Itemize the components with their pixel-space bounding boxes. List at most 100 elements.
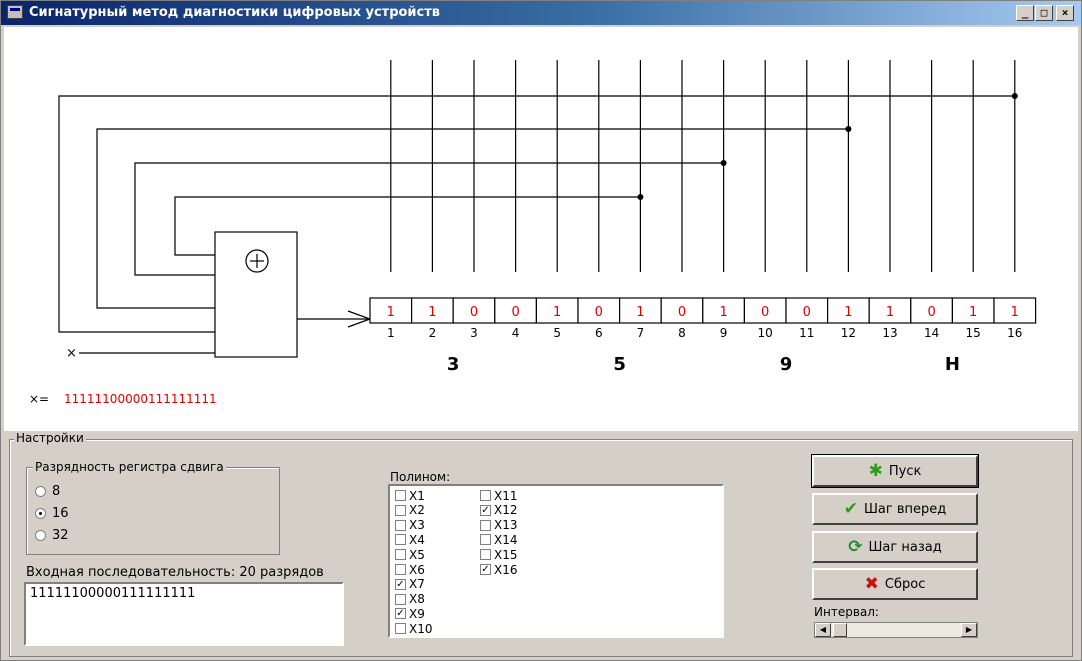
tap-node <box>1011 93 1018 99</box>
register-width-group: Разрядность регистра сдвига 8 16 32 <box>26 460 280 555</box>
register-index: 8 <box>678 326 686 340</box>
feedback-line <box>96 128 849 309</box>
runner-icon: ✱ <box>868 461 883 481</box>
register-bit: 1 <box>553 305 561 320</box>
polynom-checkbox-label: X14 <box>494 532 518 547</box>
register-bit: 1 <box>886 305 894 320</box>
radio-16-label: 16 <box>52 506 69 521</box>
polynom-checkbox-x13[interactable]: X13 <box>480 518 518 532</box>
signature-digit: 3 <box>447 354 460 375</box>
maximize-button[interactable]: □ <box>1035 5 1053 21</box>
register-bit: 1 <box>719 305 727 320</box>
checkmark-icon: ✔ <box>843 499 858 519</box>
x-sequence-prefix: ×= <box>29 392 49 406</box>
window-title: Сигнатурный метод диагностики цифровых у… <box>29 5 441 20</box>
close-button[interactable]: × <box>1056 5 1074 21</box>
polynom-checkbox-x3[interactable]: X3 <box>395 518 425 533</box>
interval-scrollbar[interactable]: ◀ ▶ <box>814 622 978 638</box>
cross-icon: ✖ <box>864 574 879 594</box>
register-index: 12 <box>841 326 856 340</box>
checkbox-empty-icon <box>395 534 406 546</box>
register-bit: 0 <box>678 305 686 320</box>
minimize-button[interactable]: _ <box>1016 5 1034 21</box>
tap-node <box>845 126 852 132</box>
polynom-checkbox-x4[interactable]: X4 <box>395 533 425 547</box>
shift-register-diagram: ×111203041506170819010011112113014115116… <box>29 60 1037 406</box>
register-bit: 0 <box>927 305 935 320</box>
polynom-checkbox-x1[interactable]: X1 <box>395 488 425 503</box>
polynom-checkbox-x8[interactable]: X8 <box>395 592 425 606</box>
polynom-checkbox-x11[interactable]: X11 <box>480 489 518 503</box>
input-sequence-label: Входная последовательность: 20 разрядов <box>26 565 324 580</box>
register-index: 9 <box>720 326 728 340</box>
main-window: Сигнатурный метод диагностики цифровых у… <box>0 0 1082 661</box>
radio-32-circle <box>35 530 46 541</box>
step-back-button[interactable]: ⟳ Шаг назад <box>812 531 978 563</box>
input-sequence-field[interactable]: 11111100000111111111 <box>24 582 344 646</box>
polynom-checkbox-x16[interactable]: ✓ X16 <box>480 563 518 577</box>
polynom-checkbox-x10[interactable]: X10 <box>395 621 433 636</box>
polynom-checkbox-x6[interactable]: X6 <box>395 563 425 577</box>
register-index: 13 <box>882 326 897 340</box>
signature-digit: 5 <box>613 354 626 375</box>
register-index: 10 <box>758 326 773 340</box>
polynom-checkbox-x12[interactable]: ✓ X12 <box>480 503 518 518</box>
register-index: 5 <box>553 326 561 340</box>
diagram-canvas: × 1 1 1 2 0 3 0 4 1 5 0 6 1 7 0 8 1 9 0 10 0 11 1 12 1 13 0 14 1 15 1 16… <box>4 27 1078 431</box>
polynom-checkbox-label: X12 <box>494 503 518 518</box>
polynom-checkbox-label: X1 <box>409 488 425 503</box>
xor-block <box>214 231 298 358</box>
register-index: 1 <box>387 326 395 340</box>
register-index: 6 <box>595 326 603 340</box>
scroll-right-icon[interactable]: ▶ <box>961 623 977 637</box>
interval-label: Интервал: <box>814 605 879 619</box>
step-forward-button[interactable]: ✔ Шаг вперед <box>812 493 978 525</box>
radio-width-32[interactable]: 32 <box>35 528 69 543</box>
checkbox-empty-icon <box>480 519 491 531</box>
step-back-label: Шаг назад <box>868 539 942 555</box>
checkbox-empty-icon <box>480 549 491 561</box>
polynom-checkbox-x2[interactable]: X2 <box>395 503 425 517</box>
register-bit: 1 <box>387 305 395 320</box>
polynom-checkbox-label: X3 <box>409 518 425 533</box>
tap-node <box>720 160 727 166</box>
register-bit: 1 <box>969 305 977 320</box>
polynom-list[interactable]: X1 X2 X3 X4 X5 X6 ✓ X7 X8 ✓ X9 X10 X11 ✓ X12 X13 X14 X15 ✓… <box>388 484 724 638</box>
register-index: 16 <box>1007 326 1022 340</box>
app-icon <box>7 5 23 19</box>
radio-16-circle <box>35 508 46 519</box>
start-label: Пуск <box>888 463 922 479</box>
signature-digit: H <box>945 354 960 375</box>
checkbox-empty-icon <box>480 534 491 546</box>
register-width-title: Разрядность регистра сдвига <box>33 460 226 474</box>
reset-label: Сброс <box>884 576 926 592</box>
radio-width-8[interactable]: 8 <box>35 484 60 499</box>
polynom-checkbox-x9[interactable]: ✓ X9 <box>395 606 425 621</box>
polynom-checkbox-x15[interactable]: X15 <box>480 548 518 562</box>
feedback-line <box>58 95 1015 333</box>
checkbox-empty-icon <box>395 549 406 561</box>
polynom-checkbox-x14[interactable]: X14 <box>480 532 518 547</box>
checkbox-empty-icon <box>395 519 406 531</box>
checkbox-checked-icon: ✓ <box>395 608 406 620</box>
settings-panel: Настройки Разрядность регистра сдвига 8 … <box>9 431 1073 657</box>
step-forward-label: Шаг вперед <box>864 501 947 517</box>
reset-button[interactable]: ✖ Сброс <box>812 568 978 600</box>
scroll-thumb[interactable] <box>833 623 847 637</box>
radio-8-label: 8 <box>52 484 61 499</box>
checkbox-empty-icon <box>395 504 406 516</box>
polynom-checkbox-x5[interactable]: X5 <box>395 548 425 562</box>
scroll-left-icon[interactable]: ◀ <box>815 623 831 637</box>
register-bit: 0 <box>470 305 478 320</box>
polynom-checkbox-label: X10 <box>409 621 433 636</box>
radio-32-label: 32 <box>52 528 69 543</box>
register-bit: 0 <box>511 305 519 320</box>
radio-width-16[interactable]: 16 <box>35 506 69 521</box>
register-index: 15 <box>966 326 981 340</box>
polynom-checkbox-label: X9 <box>409 606 425 621</box>
start-button[interactable]: ✱ Пуск <box>811 454 979 488</box>
polynom-label: Полином: <box>390 470 451 484</box>
polynom-checkbox-x7[interactable]: ✓ X7 <box>395 577 425 591</box>
register-index: 11 <box>799 326 814 340</box>
checkbox-empty-icon <box>395 490 406 501</box>
